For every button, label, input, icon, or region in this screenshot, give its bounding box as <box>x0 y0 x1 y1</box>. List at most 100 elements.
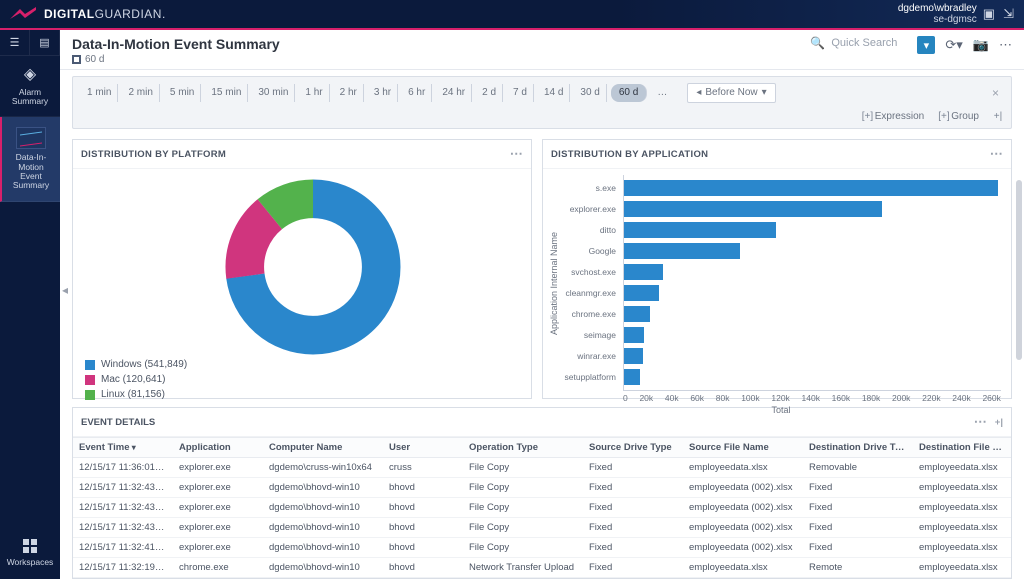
bar-row[interactable]: svchost.exe <box>624 263 1001 281</box>
time-range-option[interactable]: 24 hr <box>436 84 472 102</box>
page-subtitle: 60 d <box>85 54 104 65</box>
legend-item[interactable]: Windows (541,849) <box>85 359 187 370</box>
timebar-close-icon[interactable]: × <box>988 85 1003 101</box>
table-row[interactable]: 12/15/17 11:36:01 amexplorer.exedgdemo\c… <box>73 458 1011 478</box>
time-range-option[interactable]: 5 min <box>164 84 201 102</box>
table-column-header[interactable]: Destination File Name <box>913 438 1011 457</box>
before-now-dropdown[interactable]: ◂Before Now▾ <box>687 83 775 103</box>
time-range-more[interactable]: … <box>651 84 673 102</box>
table-column-header[interactable]: Application <box>173 438 263 457</box>
table-cell: 12/15/17 11:36:01 am <box>73 458 173 477</box>
filter-button[interactable]: ▾ <box>917 36 935 54</box>
add-expression-button[interactable]: [+]Expression <box>862 111 924 122</box>
add-group-button[interactable]: [+]Group <box>938 111 979 122</box>
table-cell: 12/15/17 11:32:41 am <box>73 538 173 557</box>
time-range-option[interactable]: 2 hr <box>334 84 364 102</box>
table-cell: Fixed <box>803 498 913 517</box>
table-cell: dgdemo\bhovd-win10 <box>263 478 383 497</box>
bar-row[interactable]: s.exe <box>624 179 1001 197</box>
brand-logo-icon <box>10 7 36 21</box>
sidebar-item-workspaces[interactable]: Workspaces <box>0 529 60 579</box>
bar-row[interactable]: chrome.exe <box>624 305 1001 323</box>
sidebar-toggle-right-icon[interactable]: ▤ <box>30 30 60 56</box>
bar-row[interactable]: winrar.exe <box>624 347 1001 365</box>
time-range-option[interactable]: 3 hr <box>368 84 398 102</box>
table-cell: File Copy <box>463 458 583 477</box>
table-cell: Network Transfer Upload <box>463 558 583 577</box>
snapshot-button[interactable]: 📷 <box>973 37 989 53</box>
bar-row[interactable]: ditto <box>624 221 1001 239</box>
user-block[interactable]: dgdemo\wbradley se-dgmsc <box>898 3 983 25</box>
left-sidebar: ☰ ▤ ◈ Alarm Summary Data-In-Motion Event… <box>0 30 60 579</box>
time-range-option[interactable]: 1 hr <box>299 84 329 102</box>
quick-search[interactable]: 🔍 Quick Search <box>810 36 897 50</box>
time-range-option[interactable]: 2 min <box>122 84 159 102</box>
platform-panel-menu[interactable]: ⋯ <box>510 146 523 162</box>
bar-row[interactable]: setupplatform <box>624 368 1001 386</box>
table-row[interactable]: 12/15/17 11:32:43 amexplorer.exedgdemo\b… <box>73 518 1011 538</box>
time-range-option[interactable]: 1 min <box>81 84 118 102</box>
time-range-option[interactable]: 2 d <box>476 84 503 102</box>
application-bar-chart[interactable]: Application Internal Name s.exe explorer.… <box>543 169 1011 398</box>
table-column-header[interactable]: Operation Type <box>463 438 583 457</box>
bar-row[interactable]: Google <box>624 242 1001 260</box>
time-range-option[interactable]: 6 hr <box>402 84 432 102</box>
time-range-option[interactable]: 60 d <box>611 84 647 102</box>
table-row[interactable]: 12/15/17 11:32:41 amexplorer.exedgdemo\b… <box>73 538 1011 558</box>
table-column-header[interactable]: Computer Name <box>263 438 383 457</box>
sidebar-item-dim-event-summary[interactable]: Data-In-Motion Event Summary <box>0 117 60 201</box>
panel-resize-handle-icon[interactable]: ◂ <box>62 283 70 297</box>
table-row[interactable]: 12/15/17 11:32:43 amexplorer.exedgdemo\b… <box>73 498 1011 518</box>
table-column-header[interactable]: Destination Drive Type <box>803 438 913 457</box>
application-panel-title: DISTRIBUTION BY APPLICATION <box>551 149 708 160</box>
event-details-menu[interactable]: ⋯ <box>974 414 987 430</box>
table-column-header[interactable]: Event Time <box>73 438 173 457</box>
vertical-scrollbar[interactable] <box>1016 180 1022 360</box>
table-cell: 12/15/17 11:32:43 am <box>73 498 173 517</box>
application-panel-menu[interactable]: ⋯ <box>990 146 1003 162</box>
sidebar-item-alarm-summary[interactable]: ◈ Alarm Summary <box>0 56 60 117</box>
table-cell: Fixed <box>803 518 913 537</box>
sidebar-toggle-left-icon[interactable]: ☰ <box>0 30 30 56</box>
table-row[interactable]: 12/15/17 11:32:43 amexplorer.exedgdemo\b… <box>73 478 1011 498</box>
refresh-button[interactable]: ⟳▾ <box>945 37 962 53</box>
table-cell: explorer.exe <box>173 478 263 497</box>
event-details-expand-icon[interactable]: +| <box>995 417 1003 428</box>
table-column-header[interactable]: User <box>383 438 463 457</box>
top-header: DIGITALGUARDIAN. dgdemo\wbradley se-dgms… <box>0 0 1024 30</box>
time-range-option[interactable]: 7 d <box>507 84 534 102</box>
time-range-option[interactable]: 14 d <box>538 84 570 102</box>
table-column-header[interactable]: Source File Name <box>683 438 803 457</box>
table-cell: bhovd <box>383 498 463 517</box>
table-cell: employeedata (002).xlsx <box>683 498 803 517</box>
add-filter-button[interactable]: +| <box>993 111 1003 122</box>
table-cell: bhovd <box>383 518 463 537</box>
table-cell: Fixed <box>583 458 683 477</box>
x-tick-label: 160k <box>832 393 850 403</box>
table-cell: employeedata.xlsx <box>913 558 1011 577</box>
legend-item[interactable]: Mac (120,641) <box>85 374 187 385</box>
table-cell: employeedata.xlsx <box>683 558 803 577</box>
bar-category-label: explorer.exe <box>562 204 620 214</box>
time-range-bar: 1 min2 min5 min15 min30 min1 hr2 hr3 hr6… <box>72 76 1012 129</box>
table-row[interactable]: 12/15/17 11:32:19 amchrome.exedgdemo\bho… <box>73 558 1011 578</box>
time-range-option[interactable]: 15 min <box>205 84 248 102</box>
legend-item[interactable]: Linux (81,156) <box>85 389 187 400</box>
table-cell: employeedata.xlsx <box>913 498 1011 517</box>
table-cell: Fixed <box>583 478 683 497</box>
table-column-header[interactable]: Source Drive Type <box>583 438 683 457</box>
bar-y-axis-label: Application Internal Name <box>547 175 561 392</box>
table-cell: 12/15/17 11:32:43 am <box>73 478 173 497</box>
page-more-menu[interactable]: ⋯ <box>999 37 1012 53</box>
notifications-icon[interactable]: ▣ <box>983 6 995 22</box>
time-range-option[interactable]: 30 min <box>252 84 295 102</box>
bar-row[interactable]: cleanmgr.exe <box>624 284 1001 302</box>
time-range-option[interactable]: 30 d <box>574 84 606 102</box>
bar-row[interactable]: explorer.exe <box>624 200 1001 218</box>
page-title: Data-In-Motion Event Summary <box>72 36 810 52</box>
bar-row[interactable]: seimage <box>624 326 1001 344</box>
platform-donut-chart[interactable] <box>223 177 403 357</box>
sidebar-alarm-label: Alarm Summary <box>2 88 58 107</box>
platform-panel-title: DISTRIBUTION BY PLATFORM <box>81 149 226 160</box>
user-menu-icon[interactable]: ⇲ <box>1003 6 1014 22</box>
